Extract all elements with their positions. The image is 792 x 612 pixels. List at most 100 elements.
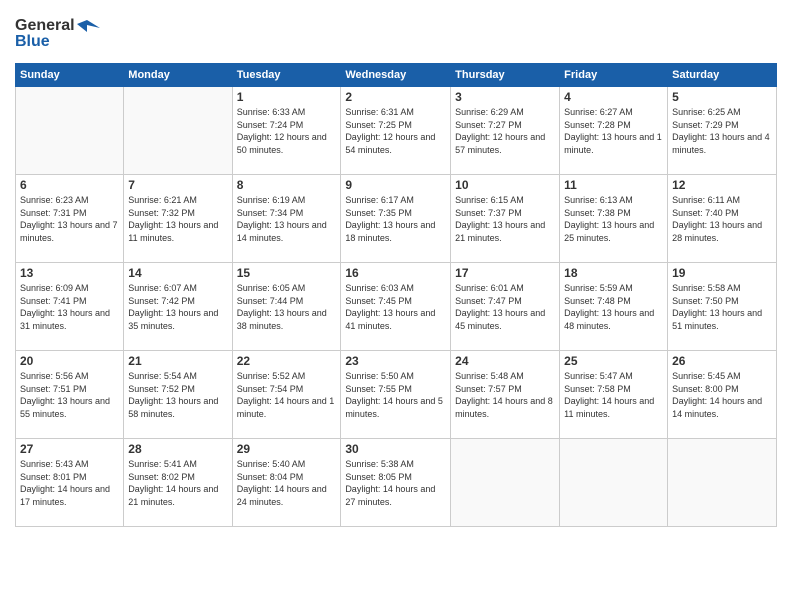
day-number: 7	[128, 178, 227, 192]
day-info: Sunrise: 5:45 AMSunset: 8:00 PMDaylight:…	[672, 370, 772, 420]
calendar-cell: 21 Sunrise: 5:54 AMSunset: 7:52 PMDayligh…	[124, 351, 232, 439]
calendar-week-row: 6 Sunrise: 6:23 AMSunset: 7:31 PMDaylight…	[16, 175, 777, 263]
calendar-cell: 28 Sunrise: 5:41 AMSunset: 8:02 PMDayligh…	[124, 439, 232, 527]
day-number: 16	[345, 266, 446, 280]
day-number: 18	[564, 266, 663, 280]
weekday-header: Friday	[560, 64, 668, 87]
calendar-cell: 14 Sunrise: 6:07 AMSunset: 7:42 PMDayligh…	[124, 263, 232, 351]
calendar-cell: 1 Sunrise: 6:33 AMSunset: 7:24 PMDaylight…	[232, 87, 341, 175]
logo: General Blue	[15, 10, 105, 55]
calendar-cell: 25 Sunrise: 5:47 AMSunset: 7:58 PMDayligh…	[560, 351, 668, 439]
calendar-cell	[668, 439, 777, 527]
day-number: 6	[20, 178, 119, 192]
day-number: 17	[455, 266, 555, 280]
calendar-cell	[16, 87, 124, 175]
day-number: 23	[345, 354, 446, 368]
calendar-cell: 17 Sunrise: 6:01 AMSunset: 7:47 PMDayligh…	[451, 263, 560, 351]
calendar-cell: 7 Sunrise: 6:21 AMSunset: 7:32 PMDaylight…	[124, 175, 232, 263]
calendar-cell: 10Sunrise: 6:15 AMSunset: 7:37 PMDayligh…	[451, 175, 560, 263]
day-number: 4	[564, 90, 663, 104]
day-info: Sunrise: 5:56 AMSunset: 7:51 PMDaylight:…	[20, 370, 119, 420]
day-info: Sunrise: 6:31 AMSunset: 7:25 PMDaylight:…	[345, 106, 446, 156]
day-info: Sunrise: 6:33 AMSunset: 7:24 PMDaylight:…	[237, 106, 337, 156]
day-number: 2	[345, 90, 446, 104]
day-info: Sunrise: 6:11 AMSunset: 7:40 PMDaylight:…	[672, 194, 772, 244]
weekday-header: Sunday	[16, 64, 124, 87]
calendar-cell: 13 Sunrise: 6:09 AMSunset: 7:41 PMDayligh…	[16, 263, 124, 351]
day-number: 26	[672, 354, 772, 368]
day-info: Sunrise: 5:50 AMSunset: 7:55 PMDaylight:…	[345, 370, 446, 420]
day-number: 27	[20, 442, 119, 456]
calendar-header-row: SundayMondayTuesdayWednesdayThursdayFrid…	[16, 64, 777, 87]
day-number: 14	[128, 266, 227, 280]
calendar-week-row: 20 Sunrise: 5:56 AMSunset: 7:51 PMDayligh…	[16, 351, 777, 439]
day-info: Sunrise: 6:05 AMSunset: 7:44 PMDaylight:…	[237, 282, 337, 332]
calendar-cell	[124, 87, 232, 175]
day-info: Sunrise: 6:09 AMSunset: 7:41 PMDaylight:…	[20, 282, 119, 332]
day-number: 3	[455, 90, 555, 104]
day-info: Sunrise: 5:38 AMSunset: 8:05 PMDaylight:…	[345, 458, 446, 508]
day-number: 1	[237, 90, 337, 104]
calendar-cell: 9 Sunrise: 6:17 AMSunset: 7:35 PMDaylight…	[341, 175, 451, 263]
calendar-cell: 16 Sunrise: 6:03 AMSunset: 7:45 PMDayligh…	[341, 263, 451, 351]
calendar-cell	[560, 439, 668, 527]
day-info: Sunrise: 5:48 AMSunset: 7:57 PMDaylight:…	[455, 370, 555, 420]
calendar-cell: 11 Sunrise: 6:13 AMSunset: 7:38 PMDayligh…	[560, 175, 668, 263]
calendar-cell: 5Sunrise: 6:25 AMSunset: 7:29 PMDaylight…	[668, 87, 777, 175]
day-info: Sunrise: 5:58 AMSunset: 7:50 PMDaylight:…	[672, 282, 772, 332]
day-number: 19	[672, 266, 772, 280]
day-number: 8	[237, 178, 337, 192]
day-info: Sunrise: 6:29 AMSunset: 7:27 PMDaylight:…	[455, 106, 555, 156]
day-info: Sunrise: 6:27 AMSunset: 7:28 PMDaylight:…	[564, 106, 663, 156]
calendar-cell: 12 Sunrise: 6:11 AMSunset: 7:40 PMDayligh…	[668, 175, 777, 263]
day-number: 15	[237, 266, 337, 280]
day-info: Sunrise: 6:13 AMSunset: 7:38 PMDaylight:…	[564, 194, 663, 244]
weekday-header: Saturday	[668, 64, 777, 87]
calendar-cell: 29Sunrise: 5:40 AMSunset: 8:04 PMDayligh…	[232, 439, 341, 527]
calendar-cell: 3 Sunrise: 6:29 AMSunset: 7:27 PMDaylight…	[451, 87, 560, 175]
day-info: Sunrise: 5:47 AMSunset: 7:58 PMDaylight:…	[564, 370, 663, 420]
day-number: 9	[345, 178, 446, 192]
day-number: 11	[564, 178, 663, 192]
day-number: 25	[564, 354, 663, 368]
svg-text:Blue: Blue	[15, 33, 50, 50]
day-info: Sunrise: 6:23 AMSunset: 7:31 PMDaylight:…	[20, 194, 119, 244]
day-info: Sunrise: 6:21 AMSunset: 7:32 PMDaylight:…	[128, 194, 227, 244]
day-info: Sunrise: 6:03 AMSunset: 7:45 PMDaylight:…	[345, 282, 446, 332]
calendar-cell: 24Sunrise: 5:48 AMSunset: 7:57 PMDayligh…	[451, 351, 560, 439]
day-info: Sunrise: 5:52 AMSunset: 7:54 PMDaylight:…	[237, 370, 337, 420]
day-number: 20	[20, 354, 119, 368]
calendar-week-row: 13 Sunrise: 6:09 AMSunset: 7:41 PMDayligh…	[16, 263, 777, 351]
day-info: Sunrise: 6:19 AMSunset: 7:34 PMDaylight:…	[237, 194, 337, 244]
weekday-header: Monday	[124, 64, 232, 87]
day-info: Sunrise: 6:25 AMSunset: 7:29 PMDaylight:…	[672, 106, 772, 156]
calendar-cell: 8 Sunrise: 6:19 AMSunset: 7:34 PMDaylight…	[232, 175, 341, 263]
calendar-week-row: 27Sunrise: 5:43 AMSunset: 8:01 PMDayligh…	[16, 439, 777, 527]
calendar-cell	[451, 439, 560, 527]
day-number: 10	[455, 178, 555, 192]
day-number: 28	[128, 442, 227, 456]
day-info: Sunrise: 6:01 AMSunset: 7:47 PMDaylight:…	[455, 282, 555, 332]
calendar-cell: 20 Sunrise: 5:56 AMSunset: 7:51 PMDayligh…	[16, 351, 124, 439]
weekday-header: Wednesday	[341, 64, 451, 87]
calendar-cell: 19 Sunrise: 5:58 AMSunset: 7:50 PMDayligh…	[668, 263, 777, 351]
svg-text:General: General	[15, 17, 75, 34]
calendar-cell: 27Sunrise: 5:43 AMSunset: 8:01 PMDayligh…	[16, 439, 124, 527]
day-number: 22	[237, 354, 337, 368]
day-info: Sunrise: 5:40 AMSunset: 8:04 PMDaylight:…	[237, 458, 337, 508]
calendar-cell: 6 Sunrise: 6:23 AMSunset: 7:31 PMDaylight…	[16, 175, 124, 263]
calendar-cell: 30Sunrise: 5:38 AMSunset: 8:05 PMDayligh…	[341, 439, 451, 527]
calendar-cell: 26 Sunrise: 5:45 AMSunset: 8:00 PMDayligh…	[668, 351, 777, 439]
day-number: 13	[20, 266, 119, 280]
day-info: Sunrise: 5:41 AMSunset: 8:02 PMDaylight:…	[128, 458, 227, 508]
day-number: 21	[128, 354, 227, 368]
header: General Blue	[15, 10, 777, 55]
calendar-cell: 4 Sunrise: 6:27 AMSunset: 7:28 PMDaylight…	[560, 87, 668, 175]
day-info: Sunrise: 6:17 AMSunset: 7:35 PMDaylight:…	[345, 194, 446, 244]
page: General Blue SundayMondayTuesdayWednesda…	[0, 0, 792, 612]
day-info: Sunrise: 6:07 AMSunset: 7:42 PMDaylight:…	[128, 282, 227, 332]
calendar-cell: 15 Sunrise: 6:05 AMSunset: 7:44 PMDayligh…	[232, 263, 341, 351]
day-info: Sunrise: 5:54 AMSunset: 7:52 PMDaylight:…	[128, 370, 227, 420]
day-info: Sunrise: 5:59 AMSunset: 7:48 PMDaylight:…	[564, 282, 663, 332]
day-number: 12	[672, 178, 772, 192]
